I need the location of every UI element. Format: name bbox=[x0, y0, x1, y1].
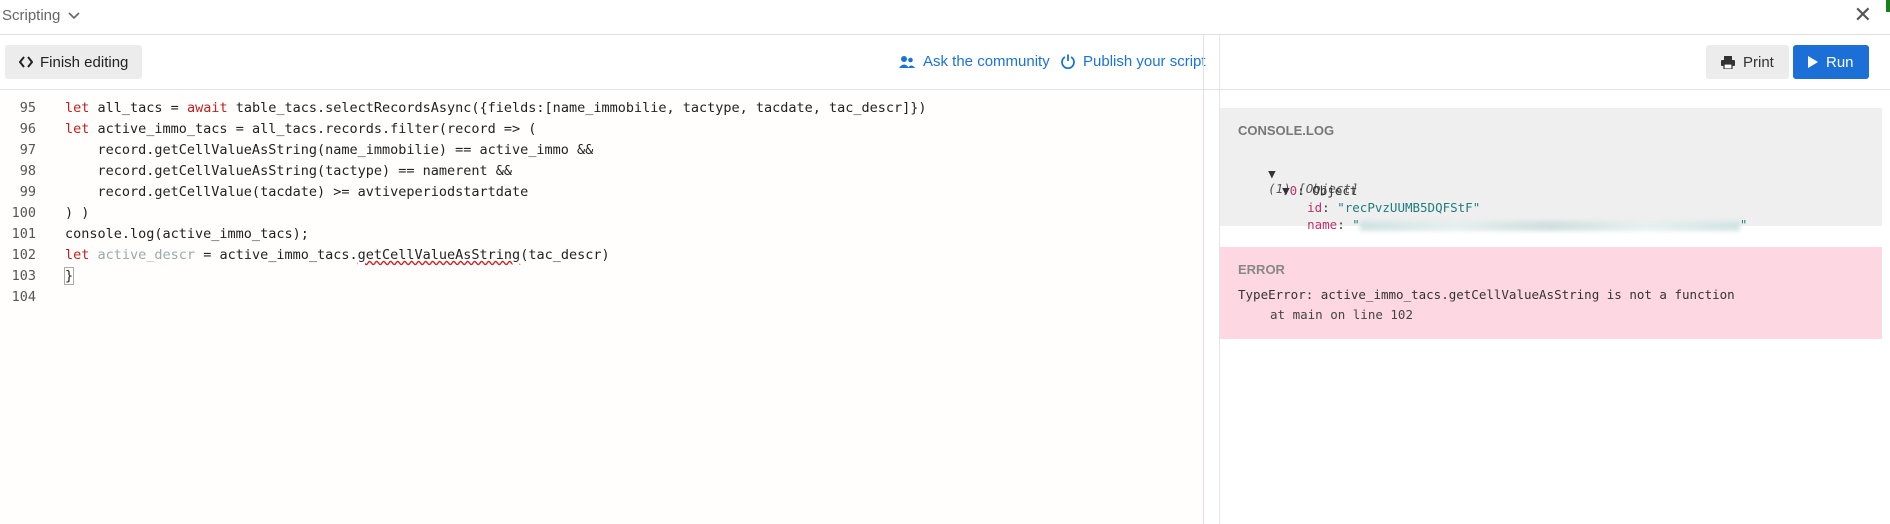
print-button[interactable]: Print bbox=[1706, 45, 1789, 79]
code-text: ) ) bbox=[65, 203, 89, 224]
line-number: 96 bbox=[19, 121, 36, 137]
code-token: } bbox=[63, 267, 75, 285]
code-token: active_descr bbox=[89, 247, 196, 263]
code-token: record.getCellValueAsString(name_immobil… bbox=[65, 142, 594, 158]
code-token: active_immo_tacs = all_tacs.records.filt… bbox=[89, 121, 537, 137]
code-text: record.getCellValueAsString(tactype) == … bbox=[65, 161, 513, 182]
code-line[interactable]: 101 console.log(active_immo_tacs); bbox=[0, 224, 1203, 245]
code-text: let all_tacs = await table_tacs.selectRe… bbox=[65, 98, 927, 119]
code-token: (tac_descr) bbox=[520, 247, 610, 263]
publish-script-link[interactable]: Publish your script bbox=[1061, 53, 1206, 70]
power-icon bbox=[1061, 54, 1075, 69]
code-token: console.log(active_immo_tacs); bbox=[65, 226, 309, 242]
play-icon bbox=[1808, 56, 1818, 68]
code-token: = active_immo_tacs. bbox=[195, 247, 358, 263]
code-line[interactable]: 100 ) ) bbox=[0, 203, 1203, 224]
users-icon bbox=[899, 55, 915, 69]
finish-editing-button[interactable]: Finish editing bbox=[5, 45, 143, 79]
code-icon bbox=[19, 56, 33, 68]
code-line[interactable]: 102 let active_descr = active_immo_tacs.g… bbox=[0, 245, 1203, 266]
console-name-key: name bbox=[1307, 217, 1338, 232]
finish-editing-label: Finish editing bbox=[40, 53, 129, 71]
error-location: at main on line 102 bbox=[1270, 307, 1413, 322]
code-token: table_tacs.selectRecordsAsync({fields:[n… bbox=[227, 100, 927, 116]
ask-community-label: Ask the community bbox=[923, 53, 1050, 70]
console-name-row: name: " " bbox=[1307, 217, 1748, 232]
pane-divider[interactable] bbox=[1203, 35, 1204, 524]
ask-community-link[interactable]: Ask the community bbox=[899, 53, 1050, 70]
publish-script-label: Publish your script bbox=[1083, 53, 1206, 70]
line-number: 104 bbox=[11, 289, 36, 305]
console-log-panel: CONSOLE.LOG ▼ (1) [Object] ▼0: Object id… bbox=[1220, 108, 1882, 232]
line-number: 103 bbox=[11, 268, 36, 284]
window-edge bbox=[1886, 0, 1890, 12]
code-line[interactable]: 104 bbox=[0, 287, 1203, 308]
code-text: record.getCellValue(tacdate) >= avtivepe… bbox=[65, 182, 529, 203]
console-log-header: CONSOLE.LOG bbox=[1238, 123, 1335, 138]
error-panel: ERROR TypeError: active_immo_tacs.getCel… bbox=[1220, 247, 1882, 339]
printer-icon bbox=[1721, 55, 1735, 69]
code-line[interactable]: 98 record.getCellValueAsString(tactype) … bbox=[0, 161, 1203, 182]
print-label: Print bbox=[1743, 53, 1774, 71]
toolbar: Finish editing Ask the community Publish… bbox=[0, 35, 1890, 90]
line-number: 99 bbox=[19, 184, 36, 200]
line-number: 97 bbox=[19, 142, 36, 158]
close-icon[interactable]: ✕ bbox=[1854, 4, 1872, 26]
keyword-token: let bbox=[65, 247, 90, 263]
code-text: } bbox=[63, 266, 75, 287]
error-header: ERROR bbox=[1238, 262, 1285, 277]
run-label: Run bbox=[1826, 53, 1854, 71]
line-number: 98 bbox=[19, 163, 36, 179]
code-token: record.getCellValueAsString(tactype) == … bbox=[65, 163, 513, 179]
keyword-token: let bbox=[65, 100, 90, 116]
line-number: 101 bbox=[11, 226, 36, 242]
code-token: record.getCellValue(tacdate) >= avtivepe… bbox=[65, 184, 529, 200]
code-line[interactable]: 96 let active_immo_tacs = all_tacs.record… bbox=[0, 119, 1203, 140]
code-editor[interactable]: 95 let all_tacs = await table_tacs.select… bbox=[0, 90, 1203, 524]
line-number: 102 bbox=[11, 247, 36, 263]
code-text: let active_immo_tacs = all_tacs.records.… bbox=[65, 119, 536, 140]
run-button[interactable]: Run bbox=[1793, 45, 1869, 79]
code-line[interactable]: 99 record.getCellValue(tacdate) >= avtiv… bbox=[0, 182, 1203, 203]
keyword-token: let bbox=[65, 121, 90, 137]
code-token: all_tacs = bbox=[97, 100, 187, 116]
chevron-down-icon bbox=[68, 11, 80, 20]
app-title-dropdown[interactable]: Scripting bbox=[2, 7, 80, 24]
title-bar: Scripting ✕ bbox=[0, 0, 1890, 35]
code-text: record.getCellValueAsString(name_immobil… bbox=[65, 140, 594, 161]
code-line[interactable]: 103} bbox=[0, 266, 1203, 287]
error-token: getCellValueAsString bbox=[357, 247, 521, 263]
app-title: Scripting bbox=[2, 7, 61, 24]
line-number: 100 bbox=[11, 205, 36, 221]
keyword-token: await bbox=[186, 100, 228, 116]
code-text: console.log(active_immo_tacs); bbox=[65, 224, 309, 245]
code-line[interactable]: 95 let all_tacs = await table_tacs.select… bbox=[0, 98, 1203, 119]
code-line[interactable]: 97 record.getCellValueAsString(name_immo… bbox=[0, 140, 1203, 161]
redacted-value bbox=[1359, 220, 1740, 231]
code-text: let active_descr = active_immo_tacs.getC… bbox=[65, 245, 610, 266]
error-message: TypeError: active_immo_tacs.getCellValue… bbox=[1238, 287, 1735, 302]
code-token: ) ) bbox=[65, 205, 90, 221]
line-number: 95 bbox=[19, 100, 36, 116]
